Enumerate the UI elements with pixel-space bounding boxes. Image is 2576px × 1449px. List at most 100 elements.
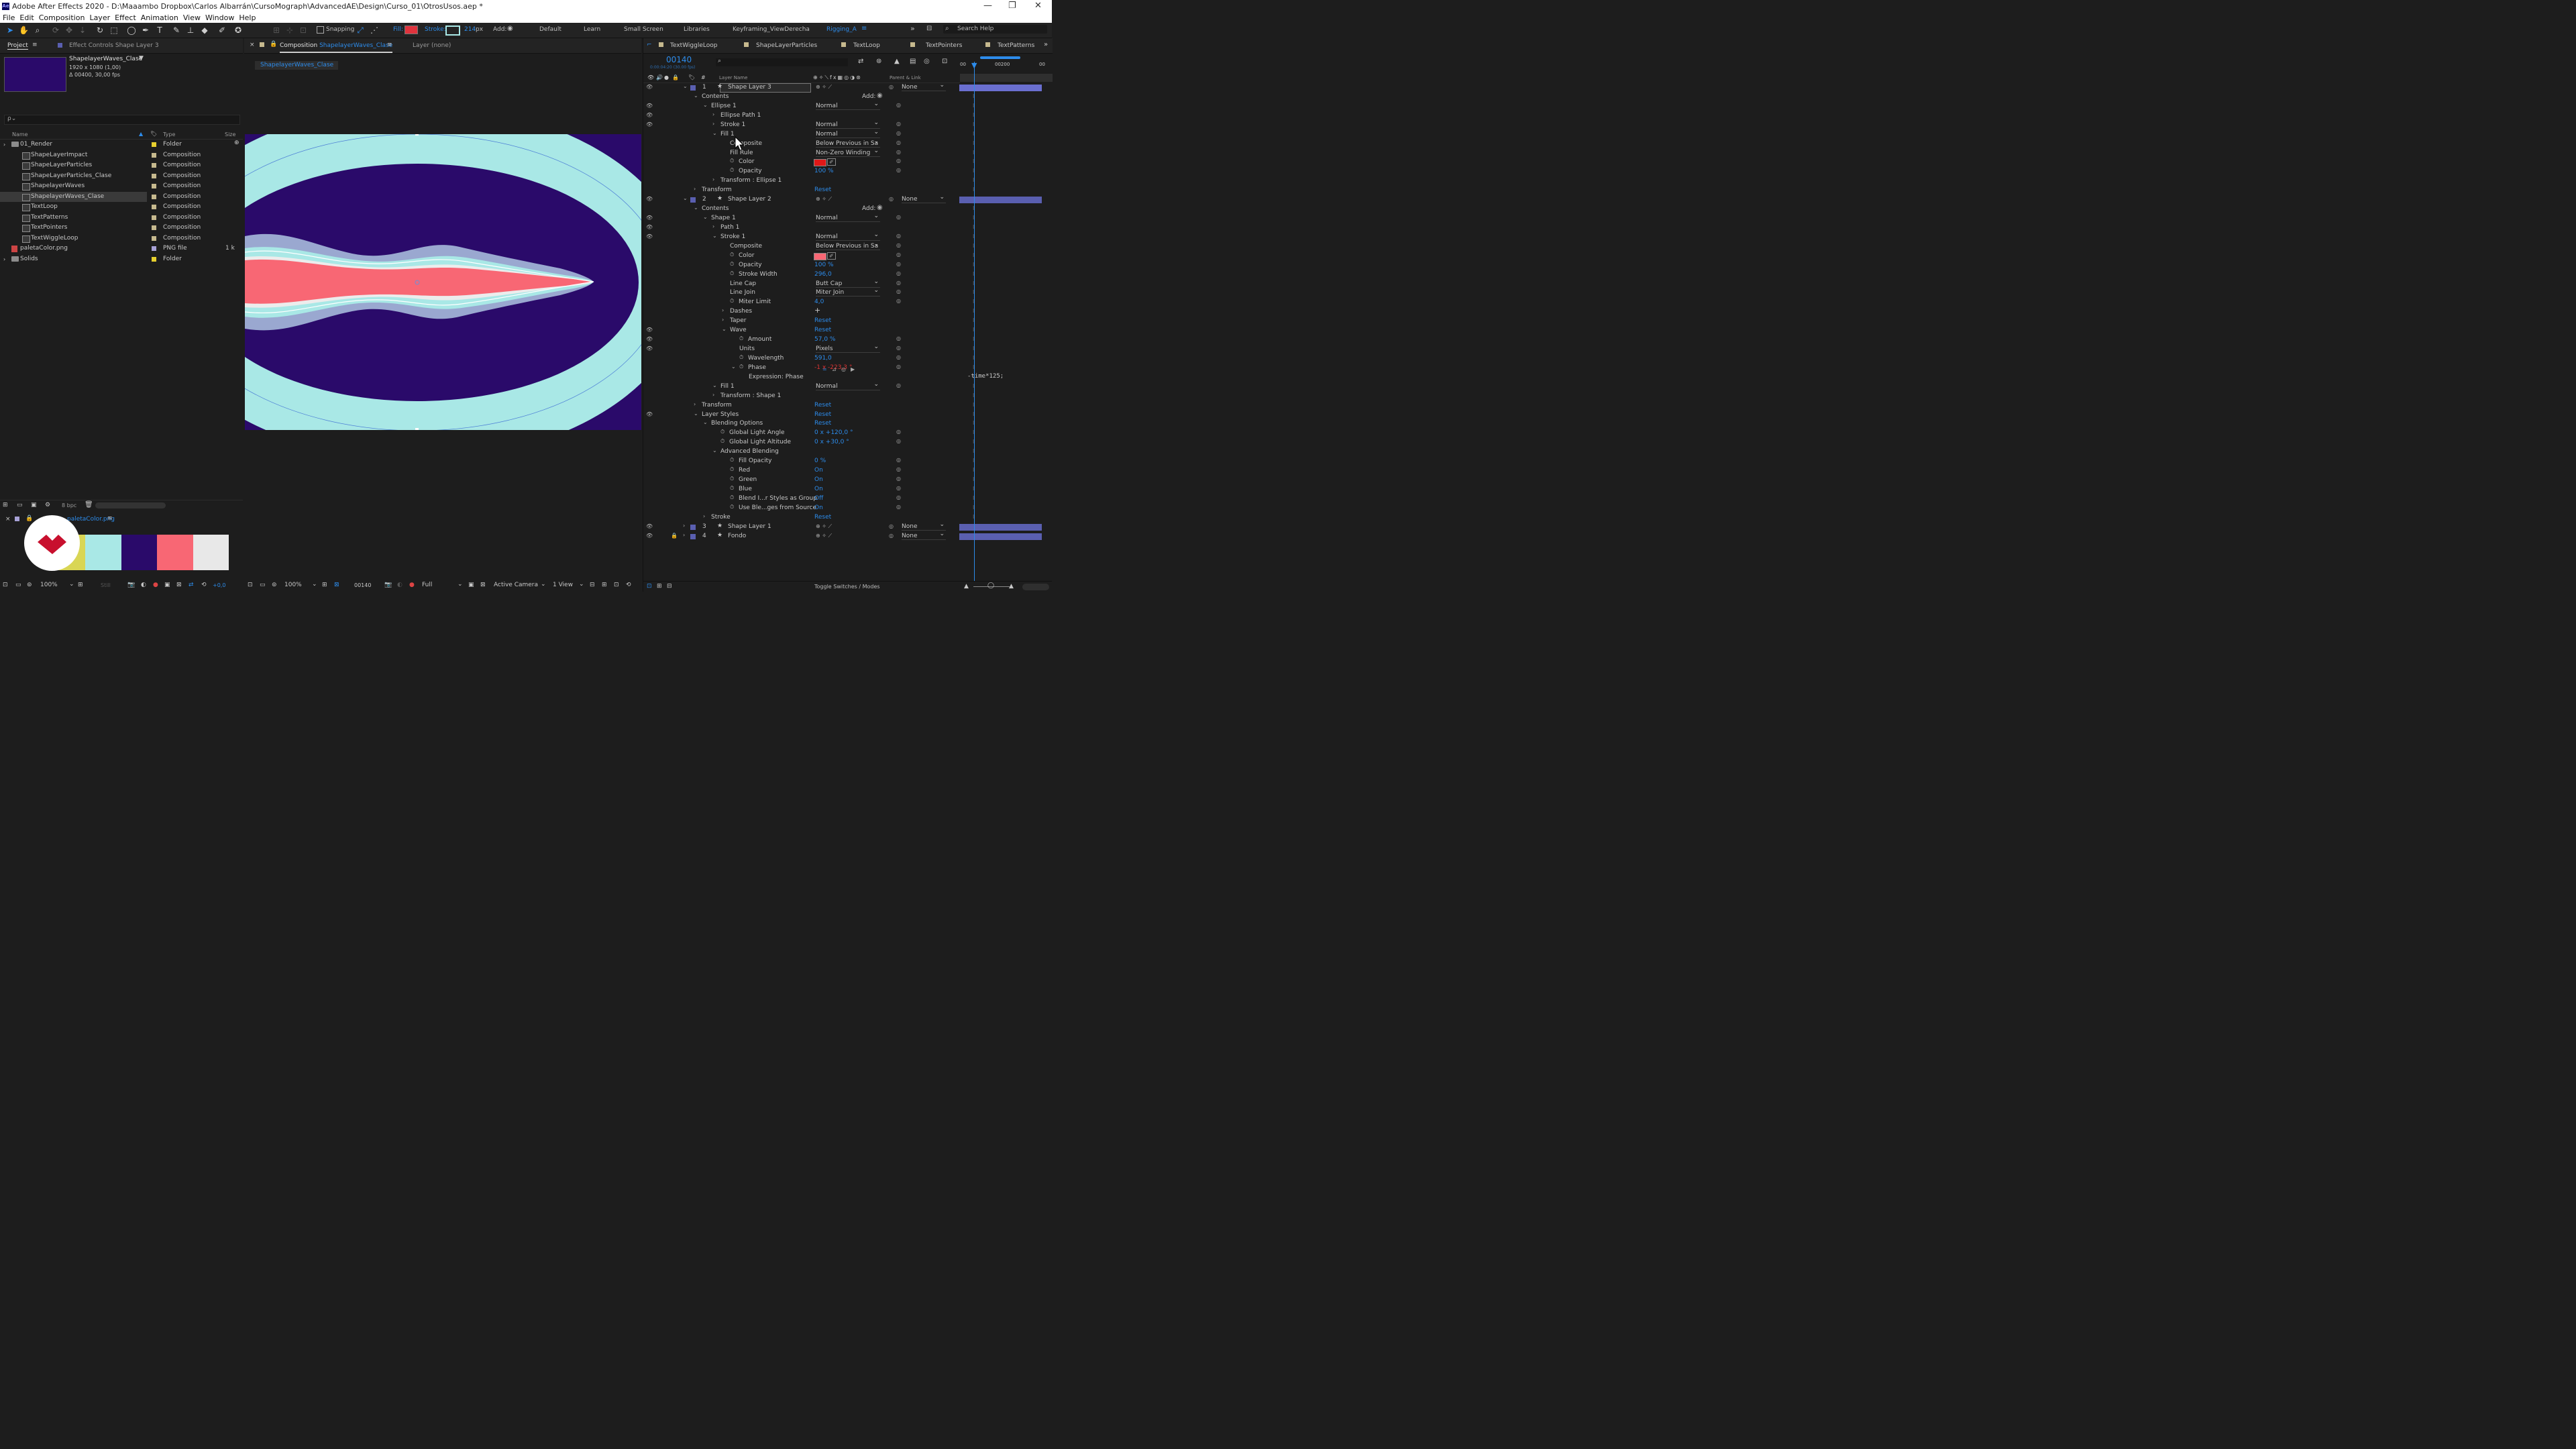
expand-arrow-icon[interactable]: ›: [3, 254, 5, 264]
pickwhip-icon[interactable]: ◎: [896, 504, 901, 510]
show-snapshot-icon[interactable]: ◐: [141, 582, 146, 588]
label-color-chip[interactable]: [152, 194, 156, 199]
toggle-switches-modes[interactable]: Toggle Switches / Modes: [814, 584, 880, 590]
parent-dropdown[interactable]: None: [902, 531, 946, 540]
property-value[interactable]: Off: [814, 495, 823, 502]
pickwhip-icon[interactable]: ◎: [896, 485, 901, 491]
twirl-chevron-icon[interactable]: ⌄: [722, 326, 727, 332]
add-menu-icon[interactable]: ◉: [507, 25, 513, 32]
property-dropdown[interactable]: Normal: [816, 231, 880, 241]
stopwatch-icon[interactable]: ⏱: [730, 504, 734, 511]
twirl-chevron-icon[interactable]: ⌄: [683, 195, 688, 201]
label-color-chip[interactable]: [152, 225, 156, 230]
stopwatch-icon[interactable]: ⏱: [730, 466, 734, 473]
label-color-chip[interactable]: [152, 205, 156, 209]
transparency-icon[interactable]: ⊠: [480, 582, 486, 588]
snapping-checkbox[interactable]: [317, 26, 324, 34]
property-value[interactable]: On: [814, 486, 823, 492]
property-value[interactable]: On: [814, 467, 823, 474]
hand-tool-icon[interactable]: ✋: [19, 25, 29, 35]
twirl-chevron-icon[interactable]: ⌄: [731, 364, 736, 370]
property-name[interactable]: Stroke 1: [720, 233, 745, 240]
property-value[interactable]: Reset: [814, 317, 831, 324]
maximize-button[interactable]: ❐: [1008, 1, 1016, 11]
eye-icon[interactable]: 👁: [646, 196, 653, 202]
timeline-property-row[interactable]: ⏱Wavelength591,0◎I: [643, 354, 1052, 364]
timeline-property-row[interactable]: ›TransformResetI: [643, 401, 1052, 411]
comp-lock-icon[interactable]: 🔒: [270, 41, 277, 48]
timeline-scrollbar[interactable]: [1022, 584, 1049, 590]
timeline-property-row[interactable]: 👁⌄Ellipse 1Normal◎I: [643, 101, 1052, 111]
rotate-tool-icon[interactable]: ↻: [95, 25, 105, 35]
menu-window[interactable]: Window: [205, 13, 234, 22]
stopwatch-icon[interactable]: ⏱: [730, 485, 734, 492]
time-zoom-handle-icon[interactable]: ◯: [987, 582, 994, 589]
property-value[interactable]: Reset: [814, 327, 831, 333]
ellipse-tool-icon[interactable]: ◯: [127, 25, 136, 35]
property-value[interactable]: On: [814, 476, 823, 483]
twirl-chevron-icon[interactable]: ›: [683, 532, 685, 538]
column-size[interactable]: Size: [225, 131, 235, 138]
label-color-chip[interactable]: [152, 173, 156, 178]
top-handle[interactable]: [415, 134, 419, 136]
timeline-property-row[interactable]: ⌄ContentsAdd:◉I: [643, 204, 1052, 214]
property-name[interactable]: Fill Opacity: [739, 458, 772, 464]
timeline-property-row[interactable]: Fill RuleNon-Zero Winding◎I: [643, 148, 1052, 158]
timeline-property-row[interactable]: ⏱Miter Limit4,0◎I: [643, 298, 1052, 307]
comp-channels-icon[interactable]: ●: [409, 582, 415, 588]
menu-layer[interactable]: Layer: [89, 13, 110, 22]
eye-icon[interactable]: 👁: [646, 411, 653, 417]
lock-icon[interactable]: 🔒: [671, 533, 678, 539]
timeline-property-row[interactable]: 👁⌄Layer StylesResetI: [643, 411, 1052, 420]
pickwhip-icon[interactable]: ◎: [896, 252, 901, 258]
pickwhip-icon[interactable]: ◎: [896, 242, 901, 248]
eyedropper-icon[interactable]: ✐: [827, 252, 836, 260]
layer-duration-bar[interactable]: [959, 197, 1042, 204]
layer-name[interactable]: Shape Layer 2: [728, 196, 771, 203]
layer-name[interactable]: Shape Layer 1: [728, 523, 771, 530]
stopwatch-icon[interactable]: ⏱: [739, 364, 743, 370]
expression-pickwhip-icon[interactable]: ◎: [841, 366, 846, 372]
layer-switch-icons[interactable]: ⊕ ✧ ⟋: [816, 84, 832, 91]
pickwhip-icon[interactable]: ◎: [896, 354, 901, 360]
comp-zoom-chevron-icon[interactable]: ⌄: [312, 581, 317, 588]
property-name[interactable]: Transform : Shape 1: [720, 392, 781, 399]
label-column-icon[interactable]: 🏷: [150, 131, 157, 137]
timeline-property-row[interactable]: ›StrokeResetI: [643, 513, 1052, 523]
timeline-property-row[interactable]: 👁⌄Stroke 1Normal◎I: [643, 231, 1052, 242]
type-tool-icon[interactable]: T: [155, 25, 164, 35]
timeline-property-row[interactable]: ⏱Fill Opacity0 %◎I: [643, 457, 1052, 466]
timeline-search-input[interactable]: ⌕: [716, 58, 848, 66]
twirl-chevron-icon[interactable]: ⌄: [694, 411, 698, 417]
project-item[interactable]: TextPointers Composition: [0, 223, 241, 233]
eye-icon[interactable]: 👁: [646, 224, 653, 230]
property-name[interactable]: Global Light Angle: [729, 429, 785, 436]
property-value[interactable]: Reset: [814, 514, 831, 521]
property-name[interactable]: Layer Styles: [702, 411, 739, 418]
property-name[interactable]: Phase: [748, 364, 766, 371]
timeline-property-row[interactable]: ⌄ContentsAdd:◉I: [643, 92, 1052, 102]
search-help-field[interactable]: ⌕ Search Help: [943, 25, 1047, 34]
property-name[interactable]: Taper: [730, 317, 746, 324]
timeline-property-row[interactable]: ⌄Fill 1Normal◎I: [643, 381, 1052, 392]
bottom-handle[interactable]: [415, 428, 419, 430]
project-item[interactable]: ShapeLayerParticles_Clase Composition: [0, 171, 241, 181]
label-color-chip[interactable]: [152, 256, 156, 262]
property-dropdown[interactable]: Pixels: [816, 343, 880, 354]
expression-text[interactable]: -time*125;: [967, 373, 1004, 380]
property-name[interactable]: Color: [739, 158, 755, 165]
property-dropdown[interactable]: Butt Cap: [816, 278, 880, 288]
project-item[interactable]: › 01_Render Folder: [0, 140, 241, 150]
property-value[interactable]: 296,0: [814, 271, 832, 278]
property-name[interactable]: Opacity: [739, 168, 762, 174]
property-name[interactable]: Green: [739, 476, 757, 483]
timeline-property-row[interactable]: Line CapButt Cap◎I: [643, 278, 1052, 289]
project-menu-icon[interactable]: ≡: [32, 42, 38, 48]
twirl-chevron-icon[interactable]: ⌄: [703, 419, 708, 425]
tab-shapelayerparticles[interactable]: ShapeLayerParticles: [756, 42, 817, 49]
reset-exposure-comp-icon[interactable]: ⟲: [626, 582, 631, 588]
property-name[interactable]: Use Ble...ges from Source: [739, 504, 816, 511]
timeline-property-row[interactable]: 👁›Ellipse Path 1I: [643, 111, 1052, 121]
always-preview-icon[interactable]: ⊡: [3, 582, 8, 588]
property-value[interactable]: 591,0: [814, 355, 832, 362]
